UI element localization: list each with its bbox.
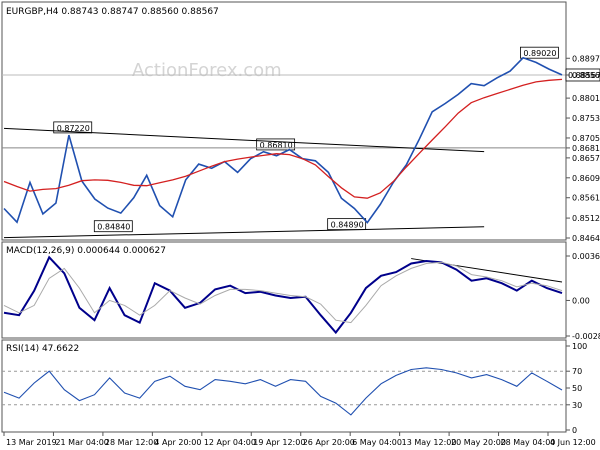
macd-title: MACD(12,26,9) 0.000644 0.000627 <box>6 246 166 256</box>
x-tick-label: 19 Apr 12:00 <box>253 438 305 447</box>
x-tick-label: 4 Apr 20:00 <box>154 438 201 447</box>
x-tick-label: 28 Mar 12:00 <box>105 438 158 447</box>
price-y-tick-label: 0.85610 <box>572 194 600 203</box>
rsi-y-tick-label: 70 <box>572 367 582 376</box>
x-tick-label: 21 Mar 04:00 <box>55 438 108 447</box>
price-y-tick-label: 0.87050 <box>572 134 600 143</box>
price-y-tick-label: 0.86810 <box>572 144 600 153</box>
macd-y-tick-label: 0.003608 <box>572 252 600 261</box>
x-tick-label: 6 May 04:00 <box>352 438 402 447</box>
annotation-label: 0.89020 <box>523 49 556 58</box>
x-tick-label: 13 May 12:00 <box>402 438 457 447</box>
macd-y-tick-label: -0.002886 <box>572 332 600 341</box>
price-y-tick-label: 0.84640 <box>572 234 600 243</box>
chart-background <box>0 0 600 450</box>
rsi-y-tick-label: 30 <box>572 401 582 410</box>
price-title: EURGBP,H4 0.88743 0.88747 0.88560 0.8856… <box>6 7 219 17</box>
chart-figure: EURGBP,H4 0.88743 0.88747 0.88560 0.8856… <box>0 0 600 450</box>
x-tick-label: 4 Jun 12:00 <box>550 438 596 447</box>
price-y-tick-label: 0.88567 <box>572 71 600 80</box>
price-y-tick-label: 0.87530 <box>572 114 600 123</box>
price-y-tick-label: 0.86090 <box>572 174 600 183</box>
x-tick-label: 28 May 04:00 <box>501 438 556 447</box>
price-y-tick-label: 0.88010 <box>572 94 600 103</box>
x-tick-label: 20 May 20:00 <box>451 438 506 447</box>
x-tick-label: 13 Mar 2019 <box>6 438 57 447</box>
x-tick-label: 12 Apr 04:00 <box>204 438 256 447</box>
x-tick-label: 26 Apr 20:00 <box>303 438 355 447</box>
price-y-tick-label: 0.88970 <box>572 54 600 63</box>
annotation-label: 0.84840 <box>97 223 130 232</box>
rsi-y-tick-label: 0 <box>572 426 577 435</box>
price-y-tick-label: 0.85120 <box>572 214 600 223</box>
macd-y-tick-label: 0.00 <box>572 296 590 305</box>
price-y-tick-label: 0.86570 <box>572 154 600 163</box>
annotation-label: 0.84890 <box>331 221 364 230</box>
watermark: ActionForex.com <box>132 60 282 81</box>
rsi-y-tick-label: 100 <box>572 342 587 351</box>
rsi-y-tick-label: 50 <box>572 384 582 393</box>
rsi-title: RSI(14) 47.6622 <box>6 344 79 354</box>
